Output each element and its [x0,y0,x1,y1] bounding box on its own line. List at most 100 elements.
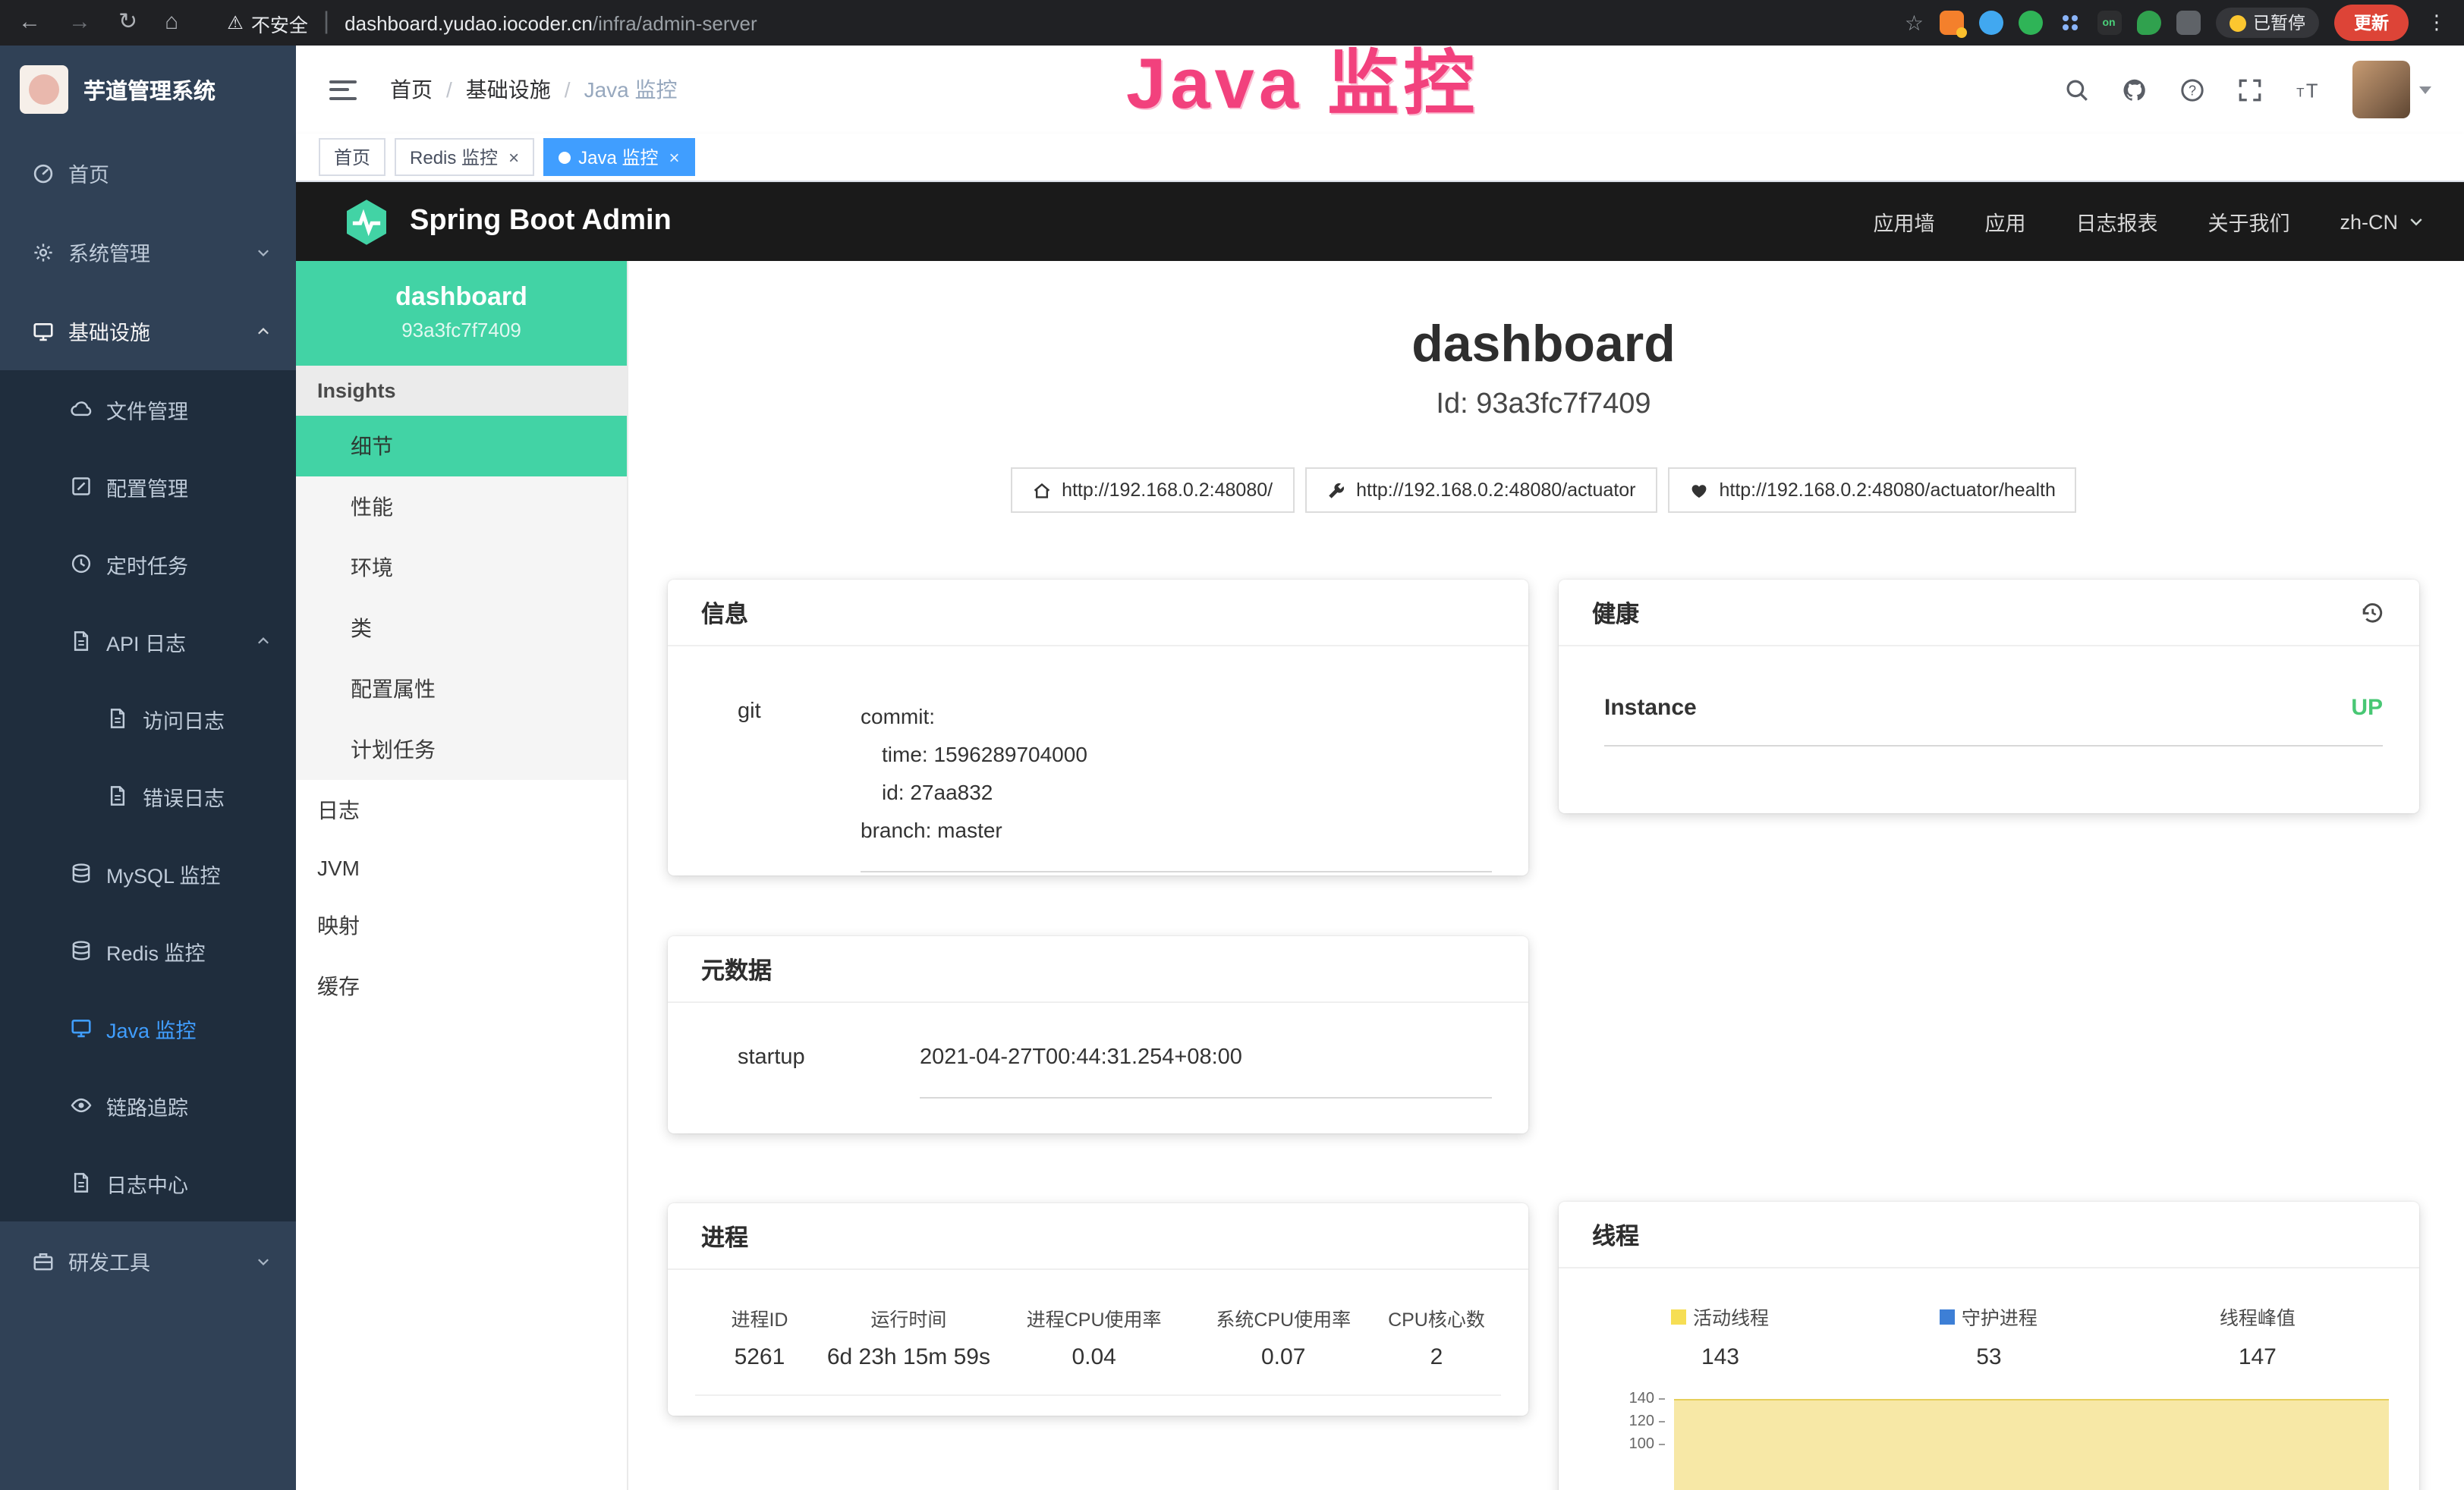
sidebar-item-system-mgmt[interactable]: 系统管理 [0,212,296,291]
sba-sidebar: dashboard 93a3fc7f7409 Insights 细节 性能 环境… [296,261,628,1490]
sba-main: dashboard Id: 93a3fc7f7409 http://192.16… [628,261,2464,1490]
paused-badge[interactable]: 已暂停 [2215,8,2319,38]
health-url-link[interactable]: http://192.168.0.2:48080/actuator/health [1667,467,2076,513]
user-menu[interactable] [2352,61,2431,118]
info-key-git: git [738,698,861,872]
back-icon[interactable]: ← [18,0,41,46]
breadcrumb-infrastructure[interactable]: 基础设施 [466,74,551,105]
sba-section-insights: Insights [296,366,627,416]
github-icon[interactable] [2122,77,2148,102]
tab-redis-monitor[interactable]: Redis 监控 × [395,138,534,176]
tab-java-monitor[interactable]: Java 监控 × [543,138,694,176]
sba-nav-journal[interactable]: 日志报表 [2075,206,2157,237]
extension-icon-2[interactable] [1978,11,2003,35]
forward-icon[interactable]: → [68,0,91,46]
sidebar-item-mysql-monitor[interactable]: MySQL 监控 [0,835,296,912]
app-sidebar: 芋道管理系统 首页 系统管理 基础设施 [0,46,296,1490]
status-badge: UP [2351,695,2383,721]
sidebar-item-infrastructure[interactable]: 基础设施 [0,291,296,370]
screen: ← → ↻ ⌂ ⚠ 不安全 | dashboard.yudao.iocoder.… [0,0,2464,1490]
uptime-value: 6d 23h 15m 59s [824,1344,993,1370]
extensions-grid-icon[interactable] [2057,11,2082,35]
extension-icon-7[interactable] [2176,11,2200,35]
sba-item-mappings[interactable]: 映射 [296,895,627,956]
live-threads-value: 143 [1586,1344,1855,1369]
hamburger-icon[interactable] [329,80,357,99]
app-logo [20,65,68,114]
sidebar-item-trace[interactable]: 链路追踪 [0,1067,296,1144]
sidebar-item-scheduled-jobs[interactable]: 定时任务 [0,525,296,602]
url-separator: | [323,9,329,36]
history-icon[interactable] [2359,599,2386,626]
security-label: 不安全 [251,8,308,37]
toolbox-icon [32,1250,55,1272]
browser-menu-icon[interactable]: ⋮ [2427,11,2447,35]
bookmark-star-icon[interactable]: ☆ [1905,10,1924,36]
actuator-url-link[interactable]: http://192.168.0.2:48080/actuator [1304,467,1657,513]
active-dot [559,151,571,163]
sidebar-item-config-mgmt[interactable]: 配置管理 [0,448,296,525]
sba-item-details[interactable]: 细节 [296,416,627,476]
legend-daemon-threads: 守护进程 53 [1855,1302,2123,1370]
system-cpu-value: 0.07 [1194,1344,1372,1370]
reload-icon[interactable]: ↻ [118,0,137,46]
sba-item-logs[interactable]: 日志 [296,780,627,841]
search-icon[interactable] [2064,77,2090,102]
extension-icon-5[interactable]: on [2097,11,2121,35]
sba-item-metrics[interactable]: 性能 [296,476,627,537]
sidebar-item-redis-monitor[interactable]: Redis 监控 [0,912,296,989]
instance-links: http://192.168.0.2:48080/ http://192.168… [668,467,2419,513]
app-logo-block[interactable]: 芋道管理系统 [0,46,296,134]
sidebar-item-log-center[interactable]: 日志中心 [0,1144,296,1221]
sidebar-item-file-mgmt[interactable]: 文件管理 [0,370,296,448]
sba-item-classes[interactable]: 类 [296,598,627,659]
chrome-update-button[interactable]: 更新 [2334,5,2409,41]
fullscreen-icon[interactable] [2237,77,2263,102]
language-selector[interactable]: zh-CN [2340,210,2425,233]
close-icon[interactable]: × [508,146,519,168]
legend-swatch-blue [1940,1309,1956,1324]
health-card-title: 健康 [1592,596,1639,629]
extension-icon-6[interactable] [2136,11,2160,35]
document-icon [106,707,129,730]
warning-icon: ⚠ [227,12,244,33]
sba-nav-about[interactable]: 关于我们 [2208,206,2289,237]
help-icon[interactable] [2179,77,2205,102]
extension-icon-1[interactable] [1939,11,1963,35]
sba-item-caches[interactable]: 缓存 [296,956,627,1017]
database-icon [70,939,93,962]
font-size-icon[interactable] [2295,77,2321,102]
sidebar-item-error-logs[interactable]: 错误日志 [0,757,296,835]
threads-chart-area [1674,1399,2389,1490]
health-card: 健康 Instance UP [1559,580,2419,813]
gauge-icon [32,162,55,184]
address-bar[interactable]: dashboard.yudao.iocoder.cn/infra/admin-s… [345,11,757,34]
instance-id: 93a3fc7f7409 [311,319,612,341]
breadcrumb-current: Java 监控 [584,74,678,105]
sba-item-scheduled-tasks[interactable]: 计划任务 [296,719,627,780]
sidebar-item-home[interactable]: 首页 [0,134,296,212]
sidebar-item-api-logs[interactable]: API 日志 [0,602,296,680]
tab-home[interactable]: 首页 [319,138,385,176]
extension-icon-3[interactable] [2018,11,2042,35]
health-instance-label: Instance [1604,695,1697,721]
sba-nav-wallboard[interactable]: 应用墙 [1873,206,1934,237]
browser-home-icon[interactable]: ⌂ [165,0,178,46]
security-indicator[interactable]: ⚠ 不安全 [227,8,308,37]
sidebar-item-access-logs[interactable]: 访问日志 [0,680,296,757]
avatar [2352,61,2410,118]
sidebar-item-dev-tools[interactable]: 研发工具 [0,1221,296,1300]
sba-item-config-props[interactable]: 配置属性 [296,659,627,719]
close-icon[interactable]: × [669,146,679,168]
instance-header[interactable]: dashboard 93a3fc7f7409 [296,261,627,366]
emoji-face-icon [2229,14,2245,31]
sba-header: Spring Boot Admin 应用墙 应用 日志报表 关于我们 zh-CN [296,182,2464,261]
sba-item-jvm[interactable]: JVM [296,841,627,895]
sba-nav-applications[interactable]: 应用 [1984,206,2025,237]
sba-item-environment[interactable]: 环境 [296,537,627,598]
breadcrumb-home[interactable]: 首页 [390,74,433,105]
sidebar-item-java-monitor[interactable]: Java 监控 [0,989,296,1067]
sidebar-menu: 首页 系统管理 基础设施 文件管理 [0,134,296,1490]
service-url-link[interactable]: http://192.168.0.2:48080/ [1010,467,1294,513]
instance-id-line: Id: 93a3fc7f7409 [668,388,2419,422]
